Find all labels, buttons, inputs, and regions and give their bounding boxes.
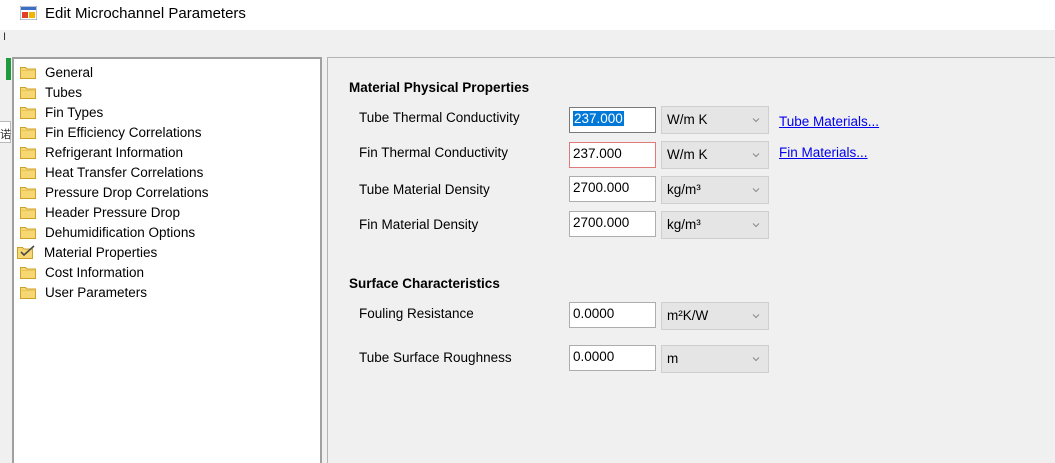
tree-item-label: Fin Efficiency Correlations — [45, 124, 202, 140]
title-bar: Edit Microchannel Parameters — [0, 0, 1055, 30]
chevron-down-icon — [752, 314, 760, 319]
window-title: Edit Microchannel Parameters — [45, 5, 246, 22]
background-window-accent — [6, 58, 11, 80]
tree-item-fin-types[interactable]: Fin Types — [20, 103, 103, 121]
tree-item-label: User Parameters — [45, 284, 148, 300]
tree-item-user-parameters[interactable]: User Parameters — [20, 283, 147, 301]
fouling-resistance-unit: m²K/W — [667, 308, 709, 323]
tree-item-dehumidification-options[interactable]: Dehumidification Options — [20, 223, 195, 241]
folder-icon — [20, 225, 36, 239]
fouling-resistance-unit-select[interactable]: m²K/W — [661, 302, 769, 330]
fin-materials-link[interactable]: Fin Materials... — [779, 145, 868, 160]
surface-roughness-value: 0.0000 — [573, 349, 615, 364]
tree-item-label: General — [45, 64, 94, 80]
tree-item-heat-transfer-correlations[interactable]: Heat Transfer Correlations — [20, 163, 203, 181]
surface-roughness-unit: m — [667, 351, 679, 366]
tube-density-input[interactable]: 2700.000 — [569, 176, 656, 202]
tube-materials-link[interactable]: Tube Materials... — [779, 114, 879, 129]
section-title-surface: Surface Characteristics — [349, 276, 500, 291]
tube-density-unit: kg/m³ — [667, 182, 701, 197]
fin-conductivity-input[interactable]: 237.000 — [569, 142, 656, 168]
folder-icon — [20, 125, 36, 139]
folder-checked-icon — [17, 245, 36, 259]
folder-icon — [20, 205, 36, 219]
tree-item-fin-efficiency-correlations[interactable]: Fin Efficiency Correlations — [20, 123, 202, 141]
tree-item-pressure-drop-correlations[interactable]: Pressure Drop Correlations — [20, 183, 209, 201]
folder-icon — [20, 85, 36, 99]
tree-item-label: Refrigerant Information — [45, 144, 184, 160]
chevron-down-icon — [752, 188, 760, 193]
tube-conductivity-unit-select[interactable]: W/m K — [661, 106, 769, 134]
fin-density-label: Fin Material Density — [359, 217, 479, 232]
tree-item-cost-information[interactable]: Cost Information — [20, 263, 144, 281]
surface-roughness-label: Tube Surface Roughness — [359, 350, 512, 365]
chevron-down-icon — [752, 118, 760, 123]
tube-density-value: 2700.000 — [573, 180, 630, 195]
background-window-edge — [0, 30, 12, 463]
app-icon — [20, 6, 37, 20]
fin-density-unit: kg/m³ — [667, 217, 701, 232]
fin-density-unit-select[interactable]: kg/m³ — [661, 211, 769, 239]
chevron-down-icon — [752, 153, 760, 158]
fin-density-value: 2700.000 — [573, 215, 630, 230]
folder-icon — [20, 105, 36, 119]
tree-item-label: Cost Information — [45, 264, 145, 280]
tree-item-label: Heat Transfer Correlations — [45, 164, 204, 180]
fouling-resistance-label: Fouling Resistance — [359, 306, 474, 321]
tube-density-unit-select[interactable]: kg/m³ — [661, 176, 769, 204]
section-title-material: Material Physical Properties — [349, 80, 530, 95]
tube-density-label: Tube Material Density — [359, 182, 490, 197]
tree-item-label: Fin Types — [45, 104, 104, 120]
tube-conductivity-input[interactable]: 237.000 — [569, 107, 656, 133]
tree-item-general[interactable]: General — [20, 63, 93, 81]
material-properties-panel: Material Physical Properties Tube Therma… — [327, 57, 1055, 463]
tree-item-label: Header Pressure Drop — [45, 204, 181, 220]
tree-item-tubes[interactable]: Tubes — [20, 83, 82, 101]
fin-conductivity-unit-select[interactable]: W/m K — [661, 141, 769, 169]
tube-conductivity-label: Tube Thermal Conductivity — [359, 110, 520, 125]
surface-roughness-unit-select[interactable]: m — [661, 345, 769, 373]
folder-icon — [20, 145, 36, 159]
folder-icon — [20, 65, 36, 79]
folder-icon — [20, 285, 36, 299]
tree-item-label: Dehumidification Options — [45, 224, 196, 240]
fin-conductivity-label: Fin Thermal Conductivity — [359, 145, 509, 160]
fin-conductivity-unit: W/m K — [667, 147, 708, 162]
tree-item-refrigerant-information[interactable]: Refrigerant Information — [20, 143, 183, 161]
tree-item-material-properties[interactable]: Material Properties — [17, 243, 157, 261]
background-window-text: I — [3, 31, 7, 43]
chevron-down-icon — [752, 223, 760, 228]
tube-conductivity-value: 237.000 — [573, 111, 624, 126]
fouling-resistance-input[interactable]: 0.0000 — [569, 302, 656, 328]
tree-item-label: Material Properties — [44, 244, 158, 260]
surface-roughness-input[interactable]: 0.0000 — [569, 345, 656, 371]
tree-item-label: Tubes — [45, 84, 83, 100]
background-window-text: 诺 — [0, 129, 11, 141]
folder-icon — [20, 185, 36, 199]
fin-conductivity-value: 237.000 — [573, 146, 622, 161]
folder-icon — [20, 165, 36, 179]
tree-item-label: Pressure Drop Correlations — [45, 184, 209, 200]
tube-conductivity-unit: W/m K — [667, 112, 708, 127]
tree-item-header-pressure-drop[interactable]: Header Pressure Drop — [20, 203, 180, 221]
fouling-resistance-value: 0.0000 — [573, 306, 615, 321]
folder-icon — [20, 265, 36, 279]
fin-density-input[interactable]: 2700.000 — [569, 211, 656, 237]
chevron-down-icon — [752, 357, 760, 362]
category-tree[interactable]: General Tubes Fin Types Fin Efficiency C… — [12, 57, 322, 463]
